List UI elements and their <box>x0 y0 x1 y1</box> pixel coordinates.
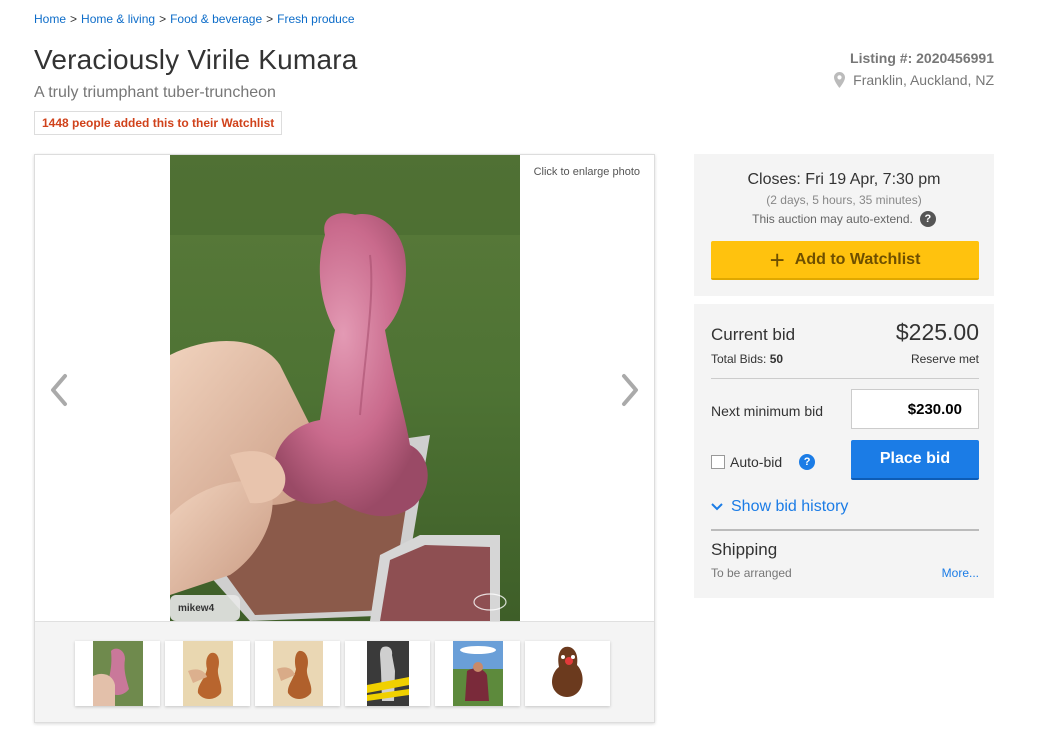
breadcrumb-fresh-produce[interactable]: Fresh produce <box>277 12 354 26</box>
chevron-down-icon <box>711 503 723 511</box>
divider <box>711 529 979 531</box>
chevron-right-icon[interactable] <box>614 370 644 410</box>
help-icon[interactable]: ? <box>919 211 936 227</box>
breadcrumb-separator: > <box>159 12 167 26</box>
closing-time: Closes: Fri 19 Apr, 7:30 pm <box>747 171 941 188</box>
breadcrumb-food-beverage[interactable]: Food & beverage <box>170 12 262 26</box>
breadcrumb-separator: > <box>266 12 274 26</box>
thumbnail-5[interactable] <box>435 641 520 706</box>
chevron-left-icon[interactable] <box>45 370 75 410</box>
divider <box>711 378 979 379</box>
kumara-photo-image: mikew4 <box>170 155 520 621</box>
show-bid-history-label: Show bid history <box>731 498 849 515</box>
shipping-value: To be arranged <box>711 566 792 580</box>
thumbnail-image <box>92 641 143 706</box>
location-pin-icon <box>834 72 846 88</box>
total-bids: Total Bids: 50 <box>711 352 783 366</box>
auto-extend-note: This auction may auto-extend. ? <box>694 211 994 227</box>
place-bid-button[interactable]: Place bid <box>851 440 979 480</box>
thumbnail-1[interactable] <box>75 641 160 706</box>
listing-number: Listing #: 2020456991 <box>850 50 994 66</box>
breadcrumb-home[interactable]: Home <box>34 12 66 26</box>
bid-amount-input[interactable] <box>851 389 979 429</box>
thumbnail-strip <box>35 621 654 722</box>
auto-extend-text: This auction may auto-extend. <box>752 212 913 226</box>
listing-title: Veraciously Virile Kumara <box>34 44 358 75</box>
bidding-panel: Current bid $225.00 Total Bids: 50 Reser… <box>694 304 994 598</box>
location: Franklin, Auckland, NZ <box>834 72 994 88</box>
auto-bid-option: Auto-bid ? <box>711 454 816 470</box>
total-bids-label: Total Bids: <box>711 352 767 366</box>
thumbnail-6[interactable] <box>525 641 610 706</box>
closing-countdown: (2 days, 5 hours, 35 minutes) <box>766 193 922 207</box>
thumbnail-2[interactable] <box>165 641 250 706</box>
thumbnail-image <box>366 641 409 706</box>
listing-subtitle: A truly triumphant tuber-truncheon <box>34 84 276 101</box>
add-to-watchlist-label: Add to Watchlist <box>794 250 921 268</box>
add-to-watchlist-button[interactable]: + Add to Watchlist <box>711 241 979 280</box>
show-bid-history-link[interactable]: Show bid history <box>711 498 848 516</box>
plus-icon: + <box>769 244 785 275</box>
auto-bid-help-icon[interactable]: ? <box>799 454 816 470</box>
shipping-more-link[interactable]: More... <box>942 566 979 580</box>
watchlist-count-badge: 1448 people added this to their Watchlis… <box>34 111 283 135</box>
reserve-status: Reserve met <box>910 352 979 366</box>
breadcrumb-separator: > <box>70 12 78 26</box>
thumbnail-image <box>452 641 503 706</box>
breadcrumb-home-living[interactable]: Home & living <box>81 12 155 26</box>
location-text: Franklin, Auckland, NZ <box>853 72 994 88</box>
breadcrumb: Home > Home & living > Food & beverage > Fresh… <box>34 12 355 26</box>
current-bid-value: $225.00 <box>895 319 979 345</box>
next-minimum-bid-label: Next minimum bid <box>711 403 824 419</box>
total-bids-value: 50 <box>769 352 784 366</box>
current-bid-label: Current bid <box>711 325 796 344</box>
auto-bid-label: Auto-bid <box>730 454 783 470</box>
auction-closing-panel: Closes: Fri 19 Apr, 7:30 pm (2 days, 5 h… <box>694 154 994 296</box>
thumbnail-3[interactable] <box>255 641 340 706</box>
photographer-tag: mikew4 <box>178 603 215 614</box>
enlarge-photo-link[interactable]: Click to enlarge photo <box>534 166 640 178</box>
thumbnail-image <box>182 641 233 706</box>
thumbnail-image <box>272 641 323 706</box>
main-photo[interactable]: mikew4 <box>170 155 520 621</box>
photo-gallery: mikew4 Click to enlarge photo <box>34 154 655 723</box>
thumbnail-4[interactable] <box>345 641 430 706</box>
shipping-title: Shipping <box>711 540 778 559</box>
thumbnail-image <box>542 641 593 706</box>
auto-bid-checkbox[interactable] <box>711 455 725 469</box>
